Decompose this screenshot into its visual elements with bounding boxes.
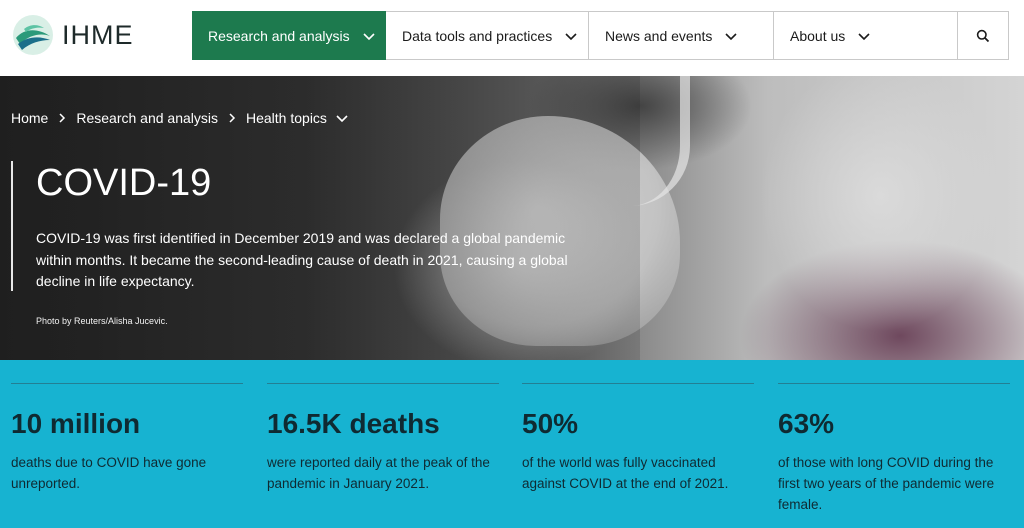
title-accent-bar [11, 161, 13, 291]
stat-description: deaths due to COVID have gone unreported… [11, 455, 207, 491]
page-description: COVID-19 was first identified in Decembe… [36, 230, 568, 289]
chevron-down-icon [363, 32, 375, 40]
chevron-right-icon [59, 113, 66, 123]
chevron-down-icon [565, 32, 577, 40]
site-header: IHME Research and analysis Data tools an… [0, 0, 1024, 76]
stats-section: 10 million deaths due to COVID have gone… [0, 360, 1024, 528]
ihme-logo-icon [13, 15, 53, 55]
stat-value: 50% [522, 408, 579, 439]
nav-about-us[interactable]: About us [774, 11, 958, 60]
main-nav: Research and analysis Data tools and pra… [192, 11, 1009, 60]
breadcrumb: Home Research and analysis Health topics [11, 110, 349, 126]
stat-value: 16.5K deaths [267, 408, 440, 439]
hero-banner: Home Research and analysis Health topics… [0, 76, 1024, 360]
breadcrumb-research-and-analysis[interactable]: Research and analysis [76, 110, 218, 126]
stat-divider [778, 383, 1010, 384]
stat-description: were reported daily at the peak of the p… [267, 455, 490, 491]
chevron-down-icon [858, 32, 870, 40]
stat-value: 10 million [11, 408, 141, 439]
breadcrumb-health-topics[interactable]: Health topics [246, 110, 327, 126]
nav-data-tools-and-practices[interactable]: Data tools and practices [386, 11, 589, 60]
nav-label: Data tools and practices [402, 27, 553, 44]
nav-label: About us [790, 27, 846, 44]
page-title: COVID-19 [36, 162, 212, 204]
stat-value: 63% [778, 408, 835, 439]
stat-card: 16.5K deaths were reported daily at the … [267, 383, 499, 494]
search-icon [976, 29, 990, 42]
stat-card: 10 million deaths due to COVID have gone… [11, 383, 243, 494]
stat-card: 63% of those with long COVID during the … [778, 383, 1010, 515]
stat-card: 50% of the world was fully vaccinated ag… [522, 383, 754, 494]
search-button[interactable] [957, 11, 1009, 60]
chevron-down-icon [725, 32, 737, 40]
stat-divider [267, 383, 499, 384]
nav-news-and-events[interactable]: News and events [589, 11, 774, 60]
stat-divider [522, 383, 754, 384]
brand-name: IHME [62, 19, 134, 50]
chevron-down-icon[interactable] [335, 111, 349, 125]
nav-label: News and events [605, 27, 713, 44]
ihme-logo[interactable]: IHME [12, 14, 134, 56]
nav-research-and-analysis[interactable]: Research and analysis [192, 11, 386, 60]
nav-label: Research and analysis [208, 27, 350, 44]
stat-description: of those with long COVID during the firs… [778, 455, 995, 512]
breadcrumb-home[interactable]: Home [11, 110, 48, 126]
stat-description: of the world was fully vaccinated agains… [522, 455, 729, 491]
chevron-right-icon [229, 113, 236, 123]
photo-credit: Photo by Reuters/Alisha Jucevic. [36, 316, 168, 326]
stat-divider [11, 383, 243, 384]
